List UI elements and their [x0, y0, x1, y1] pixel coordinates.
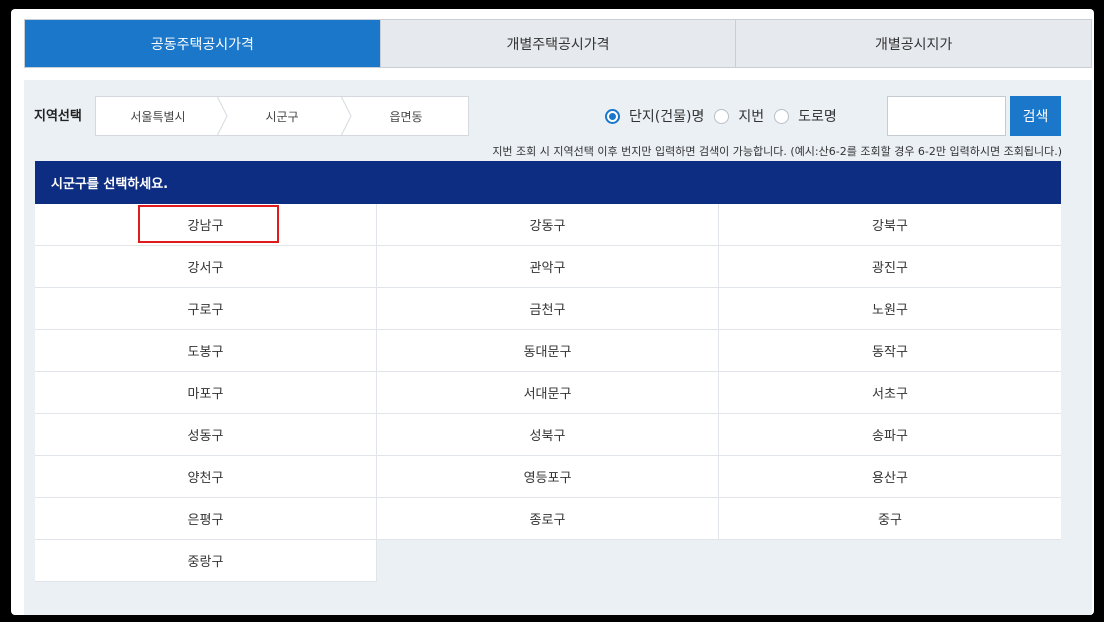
region-label: 지역선택: [34, 109, 82, 124]
district-item[interactable]: 종로구: [377, 498, 719, 540]
district-item[interactable]: 성동구: [35, 414, 377, 456]
district-item[interactable]: 도봉구: [35, 330, 377, 372]
tab-apartment-price[interactable]: 공동주택공시가격: [25, 20, 380, 67]
district-item[interactable]: 강서구: [35, 246, 377, 288]
search-button[interactable]: 검색: [1010, 96, 1061, 136]
radio-road-name-label: 도로명: [798, 109, 837, 125]
tab-individual-land-price[interactable]: 개별공시지가: [735, 20, 1092, 67]
district-item[interactable]: 금천구: [377, 288, 719, 330]
crumb-eupmyeondong[interactable]: 읍면동: [344, 97, 468, 135]
region-breadcrumb: 서울특별시 시군구 읍면동: [95, 96, 469, 136]
district-item[interactable]: 노원구: [719, 288, 1061, 330]
radio-complex-name[interactable]: 단지(건물)명: [605, 106, 704, 126]
price-type-tabs: 공동주택공시가격 개별주택공시가격 개별공시지가: [24, 19, 1092, 68]
district-item[interactable]: 중구: [719, 498, 1061, 540]
district-item[interactable]: 성북구: [377, 414, 719, 456]
search-input[interactable]: [887, 96, 1006, 136]
radio-lot-number-label: 지번: [738, 109, 765, 125]
radio-unchecked-icon: [714, 108, 730, 124]
radio-unchecked-icon: [774, 108, 790, 124]
crumb-sigungu-label: 시군구: [265, 109, 299, 124]
district-item[interactable]: 동작구: [719, 330, 1061, 372]
district-item[interactable]: 마포구: [35, 372, 377, 414]
crumb-sido-label: 서울특별시: [130, 109, 186, 124]
tab-individual-house-price[interactable]: 개별주택공시가격: [379, 20, 736, 67]
district-item[interactable]: 서초구: [719, 372, 1061, 414]
search-notice: 지번 조회 시 지역선택 이후 번지만 입력하면 검색이 가능합니다. (예시:…: [492, 145, 1062, 158]
district-header: 시군구를 선택하세요.: [35, 161, 1061, 204]
radio-road-name[interactable]: 도로명: [774, 106, 837, 126]
radio-checked-icon: [605, 108, 620, 124]
district-item[interactable]: 구로구: [35, 288, 377, 330]
district-item[interactable]: 용산구: [719, 456, 1061, 498]
radio-lot-number[interactable]: 지번: [714, 106, 764, 126]
district-item[interactable]: 강북구: [719, 204, 1061, 246]
district-item[interactable]: 동대문구: [377, 330, 719, 372]
district-item[interactable]: 영등포구: [377, 456, 719, 498]
search-type-radios: 단지(건물)명 지번 도로명: [605, 106, 847, 126]
district-item[interactable]: 강남구: [35, 204, 377, 246]
district-item[interactable]: 중랑구: [35, 540, 377, 582]
crumb-eupmyeondong-label: 읍면동: [389, 109, 423, 124]
district-item[interactable]: 서대문구: [377, 372, 719, 414]
district-item[interactable]: 광진구: [719, 246, 1061, 288]
district-item[interactable]: 은평구: [35, 498, 377, 540]
district-item[interactable]: 강동구: [377, 204, 719, 246]
crumb-sido[interactable]: 서울특별시: [96, 96, 228, 136]
radio-complex-name-label: 단지(건물)명: [629, 109, 705, 125]
district-grid: 강남구 강동구 강북구강서구 관악구 광진구구로구 금천구 노원구도봉구 동대문구 동작구마포구…: [35, 204, 1061, 582]
chevron-right-icon: [340, 96, 352, 136]
district-item[interactable]: 관악구: [377, 246, 719, 288]
search-panel: 지역선택 서울특별시 시군구 읍면동 단지(건물)명 지번 도로명 검색 지번 …: [24, 80, 1092, 615]
district-item[interactable]: 양천구: [35, 456, 377, 498]
app-frame: 공동주택공시가격 개별주택공시가격 개별공시지가 지역선택 서울특별시 시군구 …: [11, 9, 1094, 615]
crumb-sigungu[interactable]: 시군구: [220, 96, 352, 136]
chevron-right-icon: [216, 96, 228, 136]
district-item[interactable]: 송파구: [719, 414, 1061, 456]
